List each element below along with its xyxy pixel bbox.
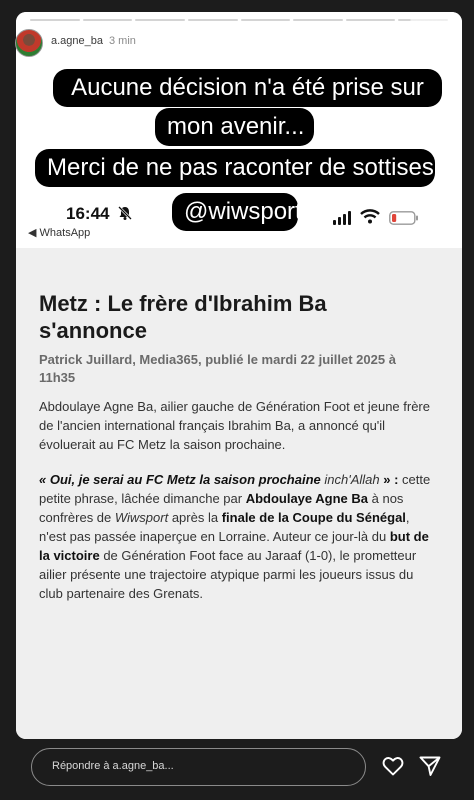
username[interactable]: a.agne_ba — [51, 35, 103, 47]
send-icon[interactable] — [418, 754, 442, 778]
caption-line-1: Aucune décision n'a été prise sur — [53, 69, 442, 107]
quote-text: « Oui, je serai au FC Metz la saison pro… — [39, 472, 321, 487]
quote-end: » : — [383, 472, 399, 487]
media-name: Wiwsport — [114, 510, 169, 525]
quote-inchallah: inch'Allah — [324, 472, 380, 487]
status-time: 16:44 — [66, 204, 110, 223]
reply-placeholder: Répondre à a.agne_ba... — [52, 760, 174, 772]
progress-segment — [293, 19, 343, 21]
reply-input[interactable]: Répondre à a.agne_ba... — [31, 748, 366, 786]
story-header[interactable]: a.agne_ba 3 min — [51, 35, 136, 47]
silent-bell-icon — [118, 206, 132, 220]
caption-line-3: Merci de ne pas raconter de sottises — [35, 149, 435, 187]
article-byline: Patrick Juillard, Media365, publié le ma… — [39, 352, 396, 385]
story-progress-bar — [30, 19, 448, 21]
caption-line-2: mon avenir... — [155, 108, 314, 146]
final-name: finale de la Coupe du Sénégal — [221, 510, 406, 525]
progress-segment — [30, 19, 80, 21]
heart-icon[interactable] — [381, 754, 405, 778]
player-name: Abdoulaye Agne Ba — [245, 491, 369, 506]
progress-segment — [82, 19, 133, 21]
caption-line-4: @wiwsport — [172, 193, 302, 231]
progress-segment — [240, 19, 291, 21]
article-body: « Oui, je serai au FC Metz la saison pro… — [39, 472, 431, 601]
signal-icon — [333, 211, 351, 225]
battery-icon — [389, 211, 418, 225]
whatsapp-back-link: ◀ WhatsApp — [28, 227, 91, 239]
progress-segment — [135, 19, 185, 21]
progress-segment-current — [398, 19, 448, 21]
time-ago: 3 min — [109, 35, 136, 47]
more-icon[interactable] — [416, 41, 440, 61]
avatar[interactable] — [15, 29, 43, 57]
article-title: Metz : Le frère d'Ibrahim Ba s'annonce — [39, 291, 327, 343]
wifi-icon — [360, 209, 380, 224]
progress-segment — [187, 19, 238, 21]
progress-segment — [345, 19, 396, 21]
pause-icon[interactable] — [391, 45, 403, 59]
article-intro: Abdoulaye Agne Ba, ailier gauche de Géné… — [39, 399, 430, 452]
